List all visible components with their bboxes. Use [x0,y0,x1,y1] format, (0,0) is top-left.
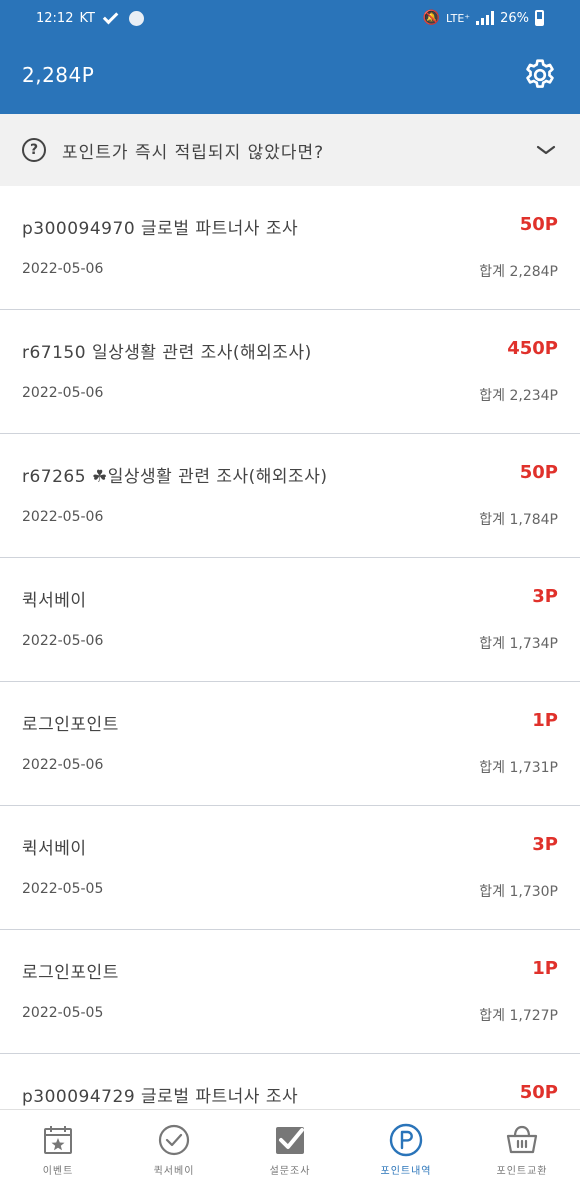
status-right: 🔕 LTE⁺ 26% [423,10,544,26]
item-title: r67150 일상생활 관련 조사(해외조사) [22,343,312,363]
nav-event[interactable]: 이벤트 [0,1110,116,1189]
basket-icon [506,1125,538,1154]
status-time: 12:12 [36,10,74,26]
nav-label: 포인트교환 [496,1166,548,1177]
question-circle-icon: ? [22,138,46,162]
mute-icon: 🔕 [422,10,440,26]
item-amount: 50P [519,462,558,483]
network-label: LTE⁺ [446,11,471,25]
p-circle-icon [389,1123,423,1157]
item-amount: 1P [532,958,558,979]
item-amount: 450P [507,338,558,359]
list-item: r67150 일상생활 관련 조사(해외조사) 450P 2022-05-06 … [0,310,580,434]
item-date: 2022-05-06 [22,261,104,277]
item-title: p300094970 글로벌 파트너사 조사 [22,219,299,239]
item-amount: 3P [532,586,558,607]
item-date: 2022-05-05 [22,1005,104,1021]
list-item: 퀵서베이 3P 2022-05-05 합계 1,730P [0,806,580,930]
nav-quick-survey[interactable]: 퀵서베이 [116,1110,232,1189]
list-item: 로그인포인트 1P 2022-05-05 합계 1,727P [0,930,580,1054]
weather-icon [128,10,144,26]
total-points: 2,284P [22,63,95,87]
item-amount: 1P [532,710,558,731]
status-left: 12:12 KT [36,8,144,26]
item-date: 2022-05-05 [22,881,104,897]
status-carrier: KT [79,10,95,26]
list-item: r67265 ☘일상생활 관련 조사(해외조사) 50P 2022-05-06 … [0,434,580,558]
item-total: 합계 1,730P [479,884,558,900]
item-amount: 3P [532,834,558,855]
gear-icon[interactable] [522,57,558,93]
nav-label: 이벤트 [42,1166,74,1177]
chevron-down-icon[interactable] [534,138,558,162]
calendar-star-icon [44,1126,72,1154]
nav-label: 퀵서베이 [153,1166,195,1177]
item-total: 합계 2,284P [479,264,558,280]
item-total: 합계 1,731P [479,760,558,776]
item-date: 2022-05-06 [22,757,104,773]
item-total: 합계 1,734P [479,636,558,652]
list-item: 퀵서베이 3P 2022-05-06 합계 1,734P [0,558,580,682]
check-icon [102,8,119,25]
item-date: 2022-05-06 [22,385,104,401]
item-title: 퀵서베이 [22,839,87,859]
nav-survey[interactable]: 설문조사 [232,1110,348,1189]
app-bar: 2,284P [0,36,580,114]
list-item: 로그인포인트 1P 2022-05-06 합계 1,731P [0,682,580,806]
item-total: 합계 2,234P [479,388,558,404]
transaction-list: p300094970 글로벌 파트너사 조사 50P 2022-05-06 합계… [0,186,580,1178]
item-total: 합계 1,727P [479,1008,558,1024]
nav-point-history[interactable]: 포인트내역 [348,1110,464,1189]
item-title: 퀵서베이 [22,591,87,611]
check-circle-icon [158,1124,190,1156]
item-title: p300094729 글로벌 파트너사 조사 [22,1087,299,1107]
signal-icon [476,11,495,25]
list-item: p300094970 글로벌 파트너사 조사 50P 2022-05-06 합계… [0,186,580,310]
nav-label: 포인트내역 [380,1166,432,1177]
item-title: r67265 ☘일상생활 관련 조사(해외조사) [22,467,328,487]
item-total: 합계 1,784P [479,512,558,528]
item-date: 2022-05-06 [22,509,104,525]
item-title: 로그인포인트 [22,963,119,983]
item-amount: 50P [519,1082,558,1103]
nav-point-exchange[interactable]: 포인트교환 [464,1110,580,1189]
item-title: 로그인포인트 [22,715,119,735]
battery-percent: 26% [500,10,529,26]
help-text: 포인트가 즉시 적립되지 않았다면? [62,142,325,163]
help-accordion[interactable]: ? 포인트가 즉시 적립되지 않았다면? [0,114,580,186]
checkbox-icon [276,1127,304,1154]
status-bar: 12:12 KT 🔕 LTE⁺ 26% [0,0,580,36]
item-date: 2022-05-06 [22,633,104,649]
battery-icon [535,10,544,26]
nav-label: 설문조사 [269,1166,311,1177]
bottom-nav: 이벤트 퀵서베이 설문조사 포인트내역 포인트교환 [0,1109,580,1189]
item-amount: 50P [519,214,558,235]
